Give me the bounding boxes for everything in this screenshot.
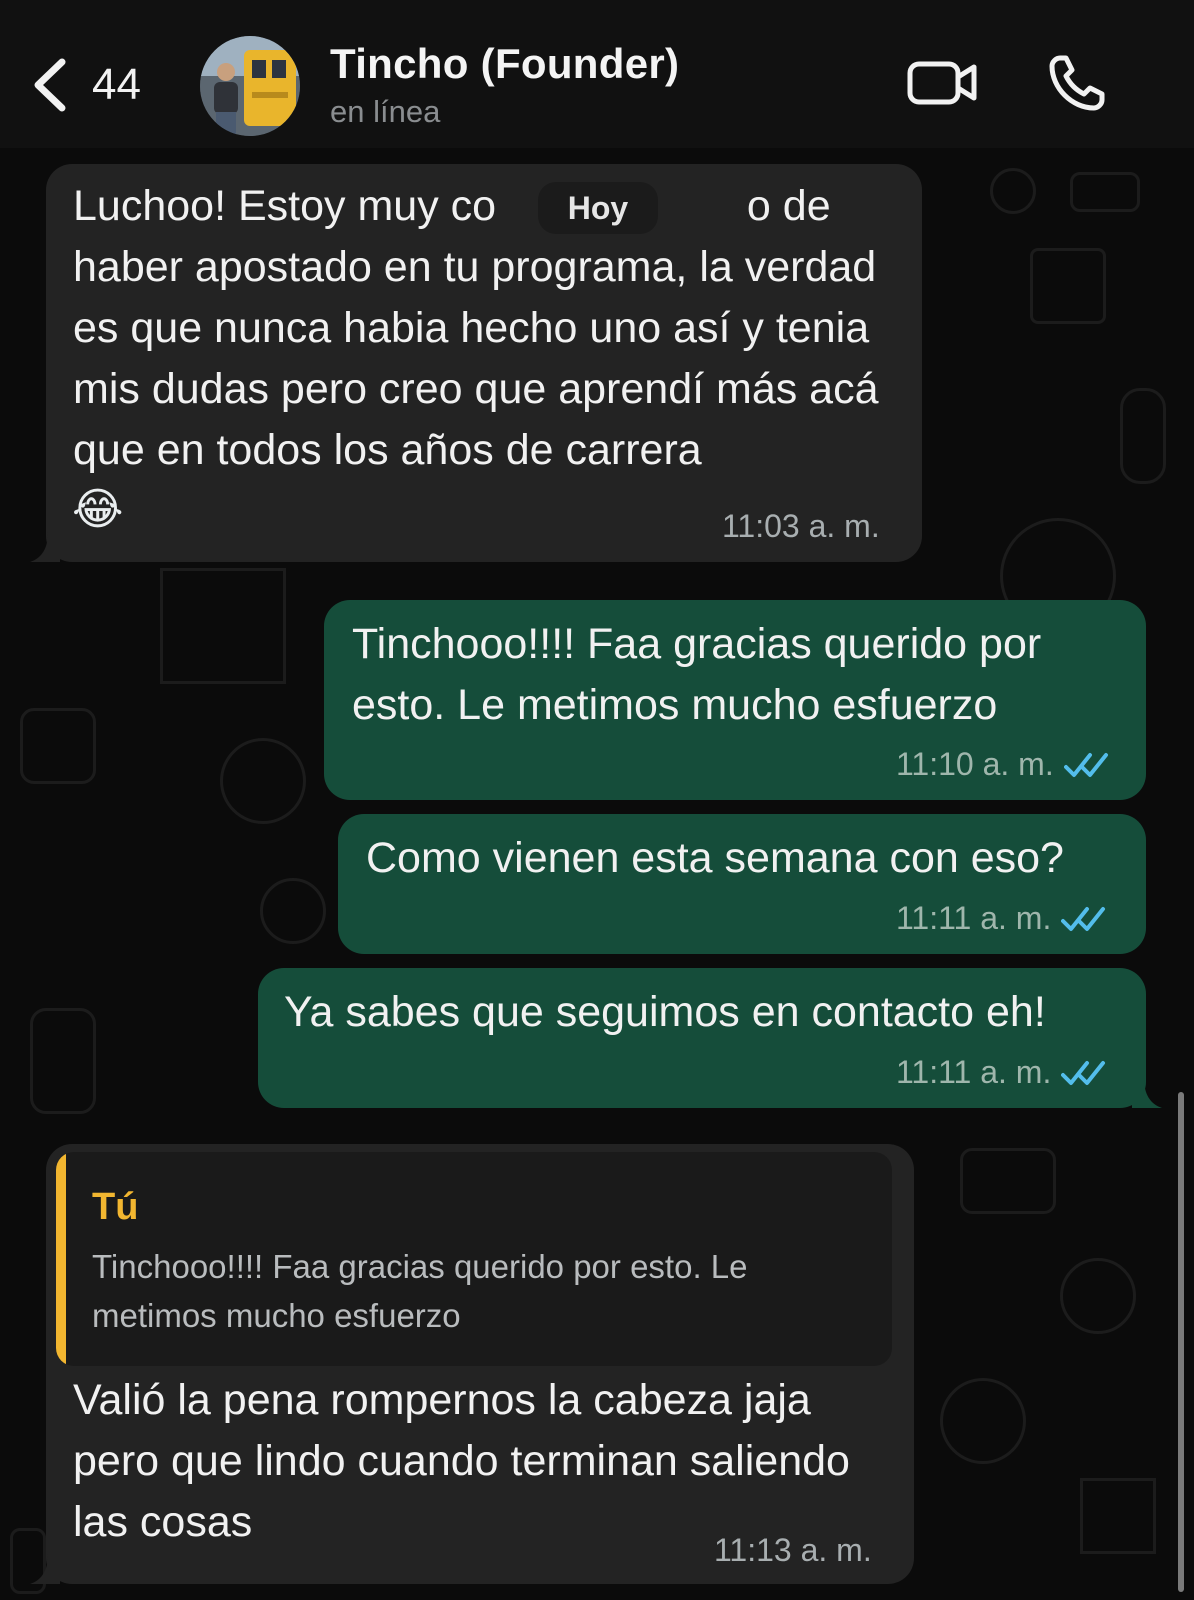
message-bubble-outgoing[interactable]: Como vienen esta semana con eso? 11:11 a… xyxy=(338,814,1146,954)
doodle xyxy=(20,708,96,784)
doodle xyxy=(1070,172,1140,212)
message-bubble-outgoing[interactable]: Ya sabes que seguimos en contacto eh! 11… xyxy=(258,968,1162,1108)
message-bubble-incoming[interactable]: Luchoo! Estoy muy co o de haber apostado… xyxy=(30,164,922,562)
bubble-tail xyxy=(30,1554,60,1584)
doodle xyxy=(960,1148,1056,1214)
doodle xyxy=(260,878,326,944)
message-meta: 11:11 a. m. xyxy=(896,1054,1107,1091)
message-text: Valió la pena rompernos la cabeza jaja p… xyxy=(73,1376,862,1546)
contact-info[interactable]: Tincho (Founder) en línea xyxy=(330,40,679,130)
bubble-tail xyxy=(1132,1078,1162,1108)
message-text: Como vienen esta semana con eso? xyxy=(366,834,1064,882)
message-meta: 11:13 a. m. xyxy=(714,1532,872,1569)
doodle xyxy=(220,738,306,824)
date-separator: Hoy xyxy=(538,182,658,234)
scrollbar[interactable] xyxy=(1178,1092,1184,1592)
bubble-tail xyxy=(30,532,60,562)
quote-author: Tú xyxy=(92,1186,139,1228)
contact-name: Tincho (Founder) xyxy=(330,40,680,87)
quoted-message[interactable]: Tú Tinchooo!!!! Faa gracias querido por … xyxy=(56,1152,892,1366)
message-time: 11:13 a. m. xyxy=(714,1532,872,1568)
message-time: 11:11 a. m. xyxy=(896,900,1052,936)
chat-header: 44 Tincho (Founder) en línea xyxy=(0,0,1194,148)
message-meta: 11:11 a. m. xyxy=(896,900,1107,937)
doodle xyxy=(1060,1258,1136,1334)
chevron-left-icon xyxy=(34,58,66,112)
quote-text: Tinchooo!!!! Faa gracias querido por est… xyxy=(92,1248,748,1334)
doodle xyxy=(1030,248,1106,324)
message-time: 11:03 a. m. xyxy=(722,508,880,544)
voice-call-button[interactable] xyxy=(1046,52,1108,114)
message-meta: 11:03 a. m. xyxy=(722,508,880,545)
message-bubble-outgoing[interactable]: Tinchooo!!!! Faa gracias querido por est… xyxy=(324,600,1146,800)
message-emoji: 😂 xyxy=(72,485,124,534)
doodle xyxy=(1080,1478,1156,1554)
contact-status: en línea xyxy=(330,94,441,129)
doodle xyxy=(30,1008,96,1114)
avatar[interactable] xyxy=(200,36,300,136)
avatar-photo xyxy=(200,36,300,136)
unread-count: 44 xyxy=(92,60,141,109)
message-text: Ya sabes que seguimos en contacto eh! xyxy=(284,988,1046,1036)
doodle xyxy=(1120,388,1166,484)
video-camera-icon xyxy=(907,61,977,105)
message-text: Luchoo! Estoy muy co o de haber apostado… xyxy=(73,182,891,474)
message-time: 11:11 a. m. xyxy=(896,1054,1052,1090)
doodle xyxy=(940,1378,1026,1464)
read-receipt-icon xyxy=(1061,906,1106,931)
phone-icon xyxy=(1049,55,1105,111)
quote-accent-bar xyxy=(56,1152,66,1366)
read-receipt-icon xyxy=(1061,1060,1106,1085)
video-call-button[interactable] xyxy=(906,52,980,112)
message-time: 11:10 a. m. xyxy=(896,746,1054,782)
message-meta: 11:10 a. m. xyxy=(896,746,1110,783)
doodle xyxy=(160,568,286,684)
doodle xyxy=(990,168,1036,214)
read-receipt-icon xyxy=(1063,752,1108,777)
message-bubble-incoming[interactable]: Tú Tinchooo!!!! Faa gracias querido por … xyxy=(30,1144,914,1584)
back-button[interactable]: 44 xyxy=(30,50,141,120)
message-text: Tinchooo!!!! Faa gracias querido por est… xyxy=(352,620,1054,729)
